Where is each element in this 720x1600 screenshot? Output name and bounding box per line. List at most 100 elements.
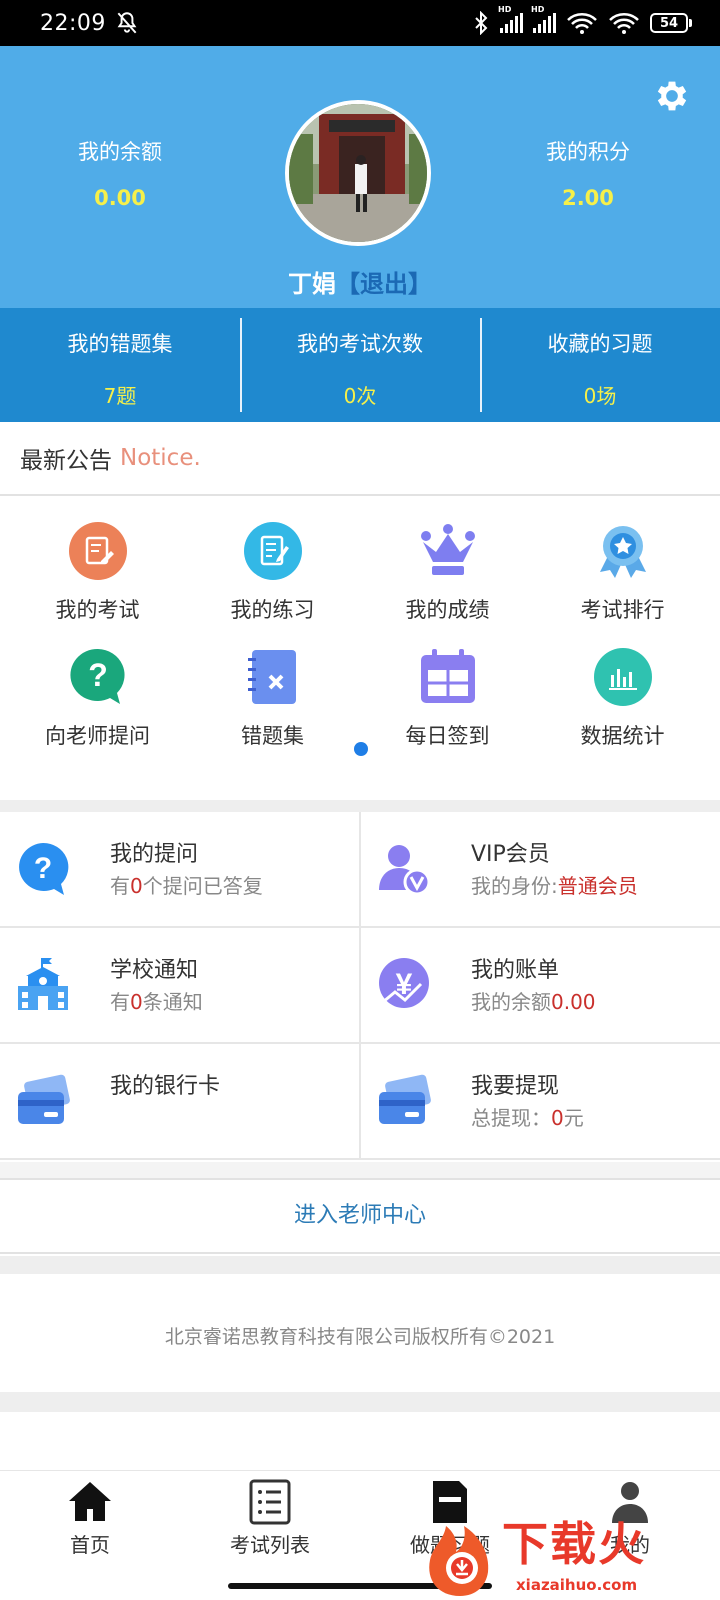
signal-icon-2: HD (531, 5, 556, 33)
bank-card-icon (18, 1074, 70, 1124)
wifi-icon-2 (609, 13, 639, 34)
balance-label: 我的余额 (78, 140, 162, 164)
exam-count-stat[interactable]: 我的考试次数 0次 (240, 308, 480, 422)
username: 丁娟 (288, 270, 336, 298)
stat-value: 0场 (583, 384, 617, 408)
grid-item-my-scores[interactable]: 我的成绩 (360, 520, 535, 646)
nav-label: 首页 (70, 1533, 110, 1557)
wifi-icon (567, 13, 597, 34)
grid-item-daily-checkin[interactable]: 每日签到 (360, 646, 535, 772)
notice-subtitle: Notice. (120, 445, 201, 471)
card-title: 我要提现 (471, 1074, 560, 1099)
card-title: VIP会员 (471, 842, 550, 867)
stats-icon (592, 646, 654, 708)
card-school-notice[interactable]: 学校通知 有0条通知 (0, 928, 359, 1042)
stat-value: 7题 (103, 384, 137, 408)
grid-item-exam-ranking[interactable]: 考试排行 (535, 520, 710, 646)
stats-band: 我的错题集 7题 我的考试次数 0次 收藏的习题 0场 (0, 308, 720, 422)
balance-value: 0.00 (94, 186, 146, 210)
exam-icon (67, 520, 129, 582)
stat-label: 收藏的习题 (547, 332, 653, 356)
vip-user-icon (379, 845, 431, 896)
points-value: 2.00 (562, 186, 614, 210)
flame-logo-icon (429, 1526, 489, 1596)
withdraw-card-icon (379, 1074, 431, 1124)
notice-bar[interactable]: 最新公告 Notice. (0, 422, 720, 496)
school-icon (18, 958, 68, 1010)
status-time: 22:09 (40, 10, 106, 36)
card-subtitle: 我的余额0.00 (471, 990, 596, 1014)
svg-text:?: ? (88, 657, 108, 693)
divider (0, 1256, 720, 1274)
points-stat[interactable]: 我的积分 2.00 (488, 136, 688, 210)
notice-title: 最新公告 (20, 448, 112, 474)
watermark: 下载火 xiazaihuo.com (420, 1500, 720, 1600)
card-my-bill[interactable]: ¥ 我的账单 我的余额0.00 (359, 928, 720, 1042)
feature-grid: 我的考试 我的练习 我的成绩 考试排行 ? 向老师提问 错题集 每日签到 数据统… (0, 520, 720, 772)
list-icon (249, 1479, 291, 1525)
status-bar: 22:09 HD HD 54 (0, 0, 720, 46)
card-title: 我的银行卡 (110, 1074, 221, 1099)
stat-value: 0次 (343, 384, 377, 408)
grid-item-data-stats[interactable]: 数据统计 (535, 646, 710, 772)
service-cards: ? 我的提问 有0个提问已答复 VIP会员 我的身份:普通会员 学校通知 有0条… (0, 812, 720, 1160)
practice-icon (242, 520, 304, 582)
profile-header: 我的余额 0.00 我的积分 2.00 丁娟【退出】 (0, 46, 720, 308)
card-vip[interactable]: VIP会员 我的身份:普通会员 (359, 812, 720, 926)
stat-label: 我的考试次数 (297, 332, 423, 356)
card-title: 我的账单 (471, 958, 560, 983)
points-label: 我的积分 (546, 140, 630, 164)
card-subtitle: 总提现：0元 (471, 1106, 584, 1130)
divider (0, 1392, 720, 1412)
username-row: 丁娟【退出】 (0, 264, 720, 299)
grid-item-my-practice[interactable]: 我的练习 (185, 520, 360, 646)
wrong-questions-stat[interactable]: 我的错题集 7题 (0, 308, 240, 422)
card-subtitle: 有0个提问已答复 (110, 874, 263, 898)
bluetooth-icon (475, 11, 488, 35)
watermark-url: xiazaihuo.com (516, 1576, 638, 1594)
page-indicator-dot (354, 742, 368, 756)
ribbon-icon (592, 520, 654, 582)
svg-text:?: ? (34, 852, 52, 885)
battery-icon: 54 (650, 13, 692, 33)
grid-item-ask-teacher[interactable]: ? 向老师提问 (10, 646, 185, 772)
nav-home[interactable]: 首页 (0, 1471, 180, 1570)
card-title: 学校通知 (110, 958, 199, 983)
avatar-photo (289, 104, 427, 242)
favorites-stat[interactable]: 收藏的习题 0场 (480, 308, 720, 422)
home-icon (69, 1482, 111, 1521)
stat-label: 我的错题集 (67, 332, 173, 356)
grid-label: 每日签到 (405, 724, 490, 748)
signal-icon: HD (498, 5, 523, 33)
calendar-icon (417, 646, 479, 708)
question-bubble-icon: ? (19, 842, 69, 895)
avatar[interactable] (285, 100, 431, 246)
question-icon: ? (67, 646, 129, 708)
balance-stat[interactable]: 我的余额 0.00 (20, 136, 220, 210)
divider (0, 800, 720, 812)
grid-label: 数据统计 (580, 724, 665, 748)
card-bank-card[interactable]: 我的银行卡 (0, 1044, 359, 1158)
grid-label: 向老师提问 (45, 724, 150, 748)
grid-label: 我的练习 (230, 598, 315, 622)
teacher-center-button[interactable]: 进入老师中心 (0, 1178, 720, 1254)
card-withdraw[interactable]: 我要提现 总提现：0元 (359, 1044, 720, 1158)
card-my-questions[interactable]: ? 我的提问 有0个提问已答复 (0, 812, 359, 926)
logout-link[interactable]: 【退出】 (336, 270, 432, 298)
crown-icon (417, 520, 479, 582)
card-subtitle: 有0条通知 (110, 990, 203, 1014)
card-subtitle: 我的身份:普通会员 (471, 874, 638, 898)
copyright-text: 北京睿诺思教育科技有限公司版权所有©2021 (164, 1326, 556, 1348)
notebook-icon (242, 646, 304, 708)
nav-exam-list[interactable]: 考试列表 (180, 1471, 360, 1570)
grid-item-my-exam[interactable]: 我的考试 (10, 520, 185, 646)
mute-icon (117, 12, 137, 34)
grid-label: 我的成绩 (405, 598, 490, 622)
watermark-text: 下载火 (502, 1517, 646, 1571)
yuan-bill-icon: ¥ (379, 958, 429, 1008)
gear-icon[interactable] (652, 76, 692, 116)
grid-label: 考试排行 (580, 598, 665, 622)
grid-item-wrong-questions[interactable]: 错题集 (185, 646, 360, 772)
nav-label: 考试列表 (230, 1533, 310, 1557)
grid-label: 我的考试 (55, 598, 140, 622)
